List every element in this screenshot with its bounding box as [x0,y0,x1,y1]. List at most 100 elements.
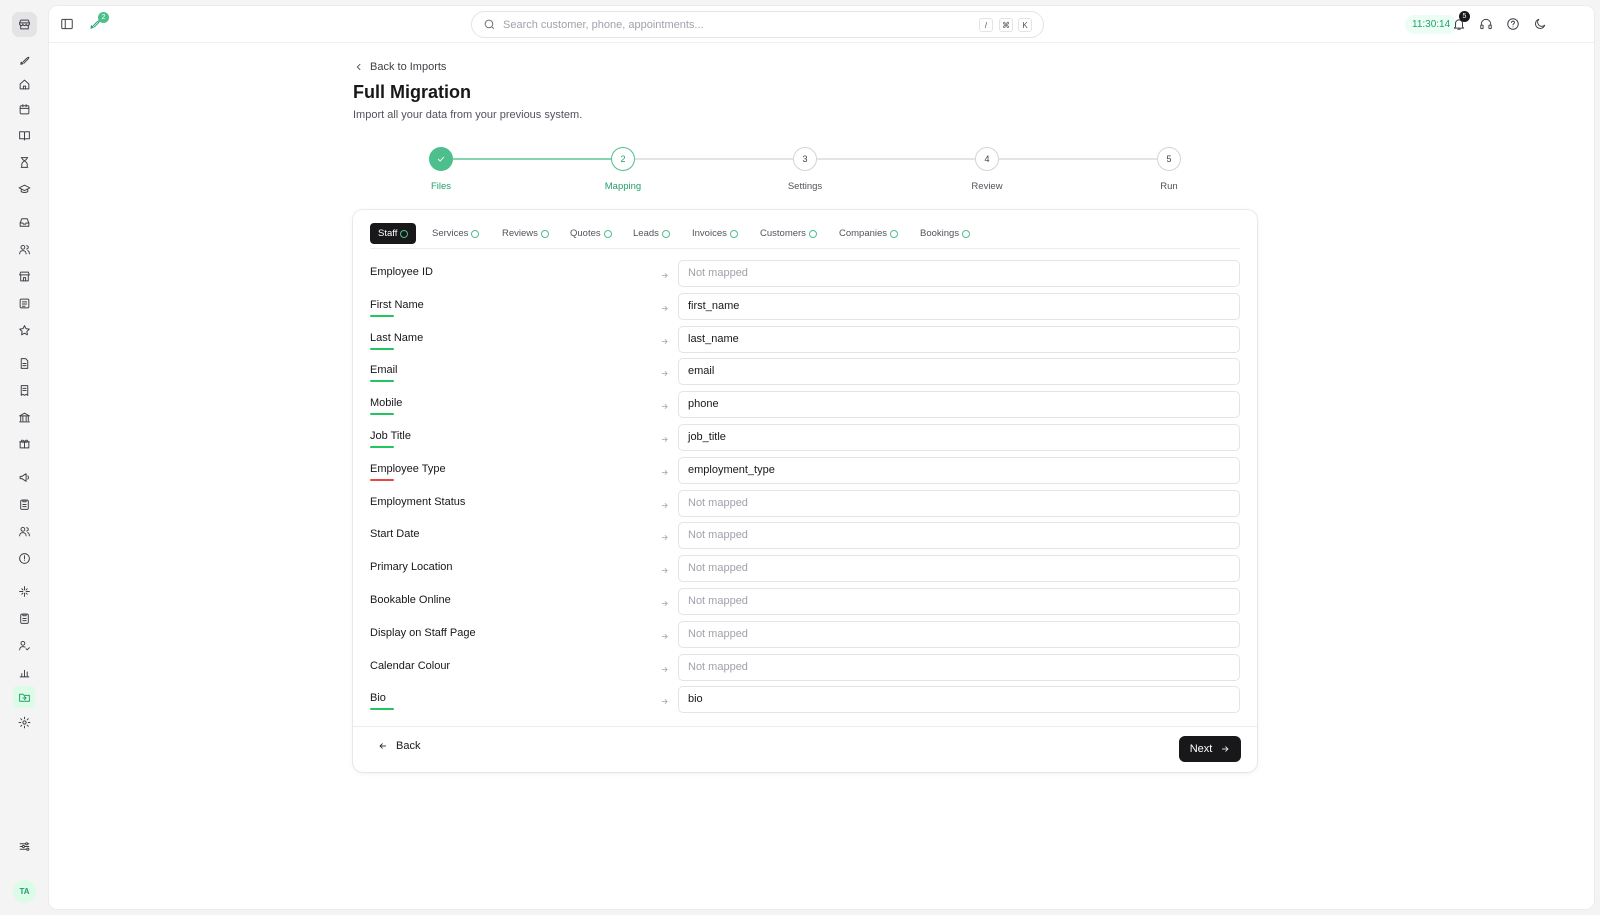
back-button-label: Back [396,740,421,752]
arrow-right-icon [660,595,670,607]
hourglass-icon[interactable] [16,154,33,171]
mapping-row: Employment Status Not mapped [370,489,1240,518]
mapping-select[interactable]: bio [678,686,1240,714]
back-to-imports-link[interactable]: Back to Imports [354,61,446,73]
sliders-icon[interactable] [16,838,33,855]
rocket-icon[interactable] [16,52,33,69]
folder-import-icon[interactable] [13,686,35,708]
graduation-cap-icon[interactable] [16,181,33,198]
help-icon[interactable] [1505,16,1521,32]
mapping-row: Employee ID Not mapped [370,260,1240,288]
mapping-status-indicator [370,314,394,317]
arrow-right-icon [660,300,670,311]
check-circle-icon [962,229,971,238]
tab-bookings[interactable]: Bookings [920,223,971,244]
document-icon[interactable] [16,355,33,372]
store-logo-icon[interactable] [12,12,37,37]
mapping-select[interactable]: Not mapped [678,620,1240,648]
mapping-select[interactable]: first_name [678,292,1240,320]
tab-label: Customers [760,228,806,239]
mapping-row: Mobile phone [370,391,1240,419]
field-label: Employment Status [370,495,466,508]
calendar-icon[interactable] [16,101,33,118]
check-circle-icon [400,229,409,238]
step-files-circle[interactable] [429,147,453,171]
tab-invoices[interactable]: Invoices [692,223,738,244]
settings-icon[interactable] [16,714,33,731]
tab-label: Services [432,228,469,239]
mapping-select[interactable]: last_name [678,325,1240,353]
mapping-row: Primary Location Not mapped [370,555,1240,583]
stepper-connector [453,158,611,160]
mapping-row: Start Date Not mapped [370,522,1240,550]
mapping-row: Display on Staff Page Not mapped [370,620,1240,649]
mapping-select[interactable]: Not mapped [678,653,1240,681]
avatar[interactable]: TA [13,880,36,903]
home-icon[interactable] [16,76,33,93]
step-settings-label: Settings [787,181,823,192]
checklist-icon[interactable] [16,610,33,627]
tab-quotes[interactable]: Quotes [570,223,612,244]
step-settings-circle[interactable]: 3 [793,147,817,171]
topbar: 2 Search customer, phone, appointments..… [49,6,1594,43]
mapping-row: Calendar Colour Not mapped [370,653,1240,682]
book-icon[interactable] [16,127,33,144]
mapping-select[interactable]: Not mapped [678,260,1240,287]
main-panel: 2 Search customer, phone, appointments..… [49,6,1594,909]
mapping-status-indicator [370,380,394,383]
check-circle-icon [540,229,549,238]
bank-icon[interactable] [16,409,33,426]
sidebar-toggle-icon[interactable] [59,16,75,32]
mapping-status-indicator [370,347,394,350]
tab-leads[interactable]: Leads [633,223,670,244]
headset-icon[interactable] [1478,16,1494,32]
mapping-select[interactable]: employment_type [678,456,1240,484]
arrow-right-icon [660,365,670,377]
user-check-icon[interactable] [16,637,33,654]
mapping-row: Bookable Online Not mapped [370,588,1240,616]
tab-label: Reviews [502,228,538,239]
mapping-select[interactable]: Not mapped [678,555,1240,583]
tab-staff[interactable]: Staff [370,223,417,244]
step-run-circle[interactable]: 5 [1157,147,1181,171]
sparkle-icon[interactable] [16,583,33,600]
mapping-select[interactable]: job_title [678,424,1240,451]
step-run-label: Run [1160,181,1178,192]
stepper: Files 2 Mapping 3 Settings 4 Review 5 Run [429,145,1181,195]
check-circle-icon [661,229,670,238]
inbox-icon[interactable] [16,214,33,231]
tab-label: Leads [633,228,659,239]
megaphone-icon[interactable] [16,469,33,486]
step-review-circle[interactable]: 4 [975,147,999,171]
store-icon[interactable] [16,268,33,285]
list-icon[interactable] [16,295,33,312]
notifications-badge: 5 [1459,11,1470,22]
team-icon[interactable] [16,523,33,540]
mapping-select[interactable]: phone [678,391,1240,419]
users-icon[interactable] [16,241,33,258]
gift-icon[interactable] [16,435,33,452]
receipt-icon[interactable] [16,382,33,399]
mapping-row: Bio bio [370,686,1240,714]
clipboard-icon[interactable] [16,496,33,513]
bar-chart-icon[interactable] [16,664,33,681]
alert-icon[interactable] [16,550,33,567]
step-mapping-circle[interactable]: 2 [611,147,635,171]
check-circle-icon [603,229,612,238]
tab-services[interactable]: Services [432,223,480,244]
tab-reviews[interactable]: Reviews [502,223,549,244]
field-label: Email [370,364,398,377]
mapping-select[interactable]: Not mapped [678,522,1240,550]
mapping-select[interactable]: Not mapped [678,489,1240,517]
back-button[interactable]: Back [378,740,420,752]
check-circle-icon [729,229,738,238]
mapping-select[interactable]: Not mapped [678,588,1240,615]
field-label: Last Name [370,331,424,344]
star-icon[interactable] [16,322,33,339]
search-input[interactable]: Search customer, phone, appointments... … [471,11,1044,38]
tab-customers[interactable]: Customers [760,223,817,244]
tab-companies[interactable]: Companies [839,223,899,244]
dark-mode-moon-icon[interactable] [1532,16,1548,32]
mapping-select[interactable]: email [678,358,1240,386]
next-button[interactable]: Next [1179,736,1241,762]
